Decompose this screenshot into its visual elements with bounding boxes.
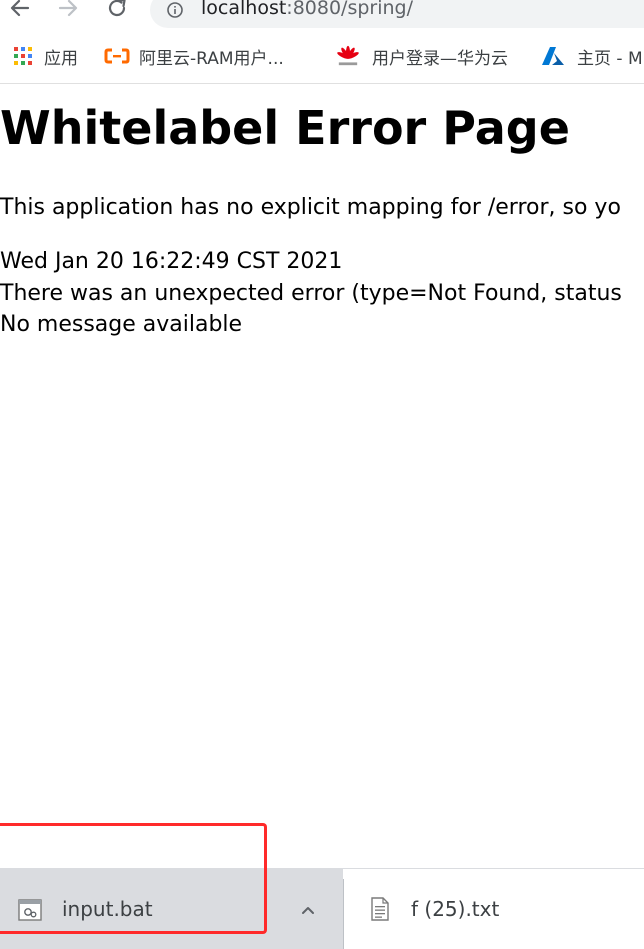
bookmark-azure[interactable]: 主页 - M bbox=[541, 40, 643, 72]
bookmarks-bar: 应用 阿里云-RAM用户... 用户登录—华为云 主页 - M bbox=[0, 40, 644, 72]
text-file-icon bbox=[371, 897, 389, 921]
download-item-input-bat[interactable]: input.bat bbox=[0, 869, 343, 949]
bookmark-huawei[interactable]: 用户登录—华为云 bbox=[335, 40, 508, 72]
error-description: This application has no explicit mapping… bbox=[0, 195, 621, 220]
navigation-bar: localhost:8080/spring/ bbox=[0, 0, 644, 28]
url-path: :8080/spring/ bbox=[286, 0, 414, 19]
error-detail: There was an unexpected error (type=Not … bbox=[0, 281, 622, 306]
bookmark-label: 阿里云-RAM用户... bbox=[139, 48, 284, 69]
page-content: Whitelabel Error Page This application h… bbox=[0, 84, 644, 868]
page-title: Whitelabel Error Page bbox=[0, 101, 570, 155]
download-file-name: input.bat bbox=[62, 897, 153, 921]
reload-button[interactable] bbox=[103, 0, 131, 22]
huawei-icon bbox=[337, 45, 359, 66]
address-bar[interactable]: localhost:8080/spring/ bbox=[150, 0, 644, 28]
reload-icon bbox=[108, 0, 126, 17]
arrow-left-icon bbox=[10, 0, 30, 17]
chevron-up-icon[interactable] bbox=[296, 899, 320, 921]
error-message: No message available bbox=[0, 312, 243, 337]
bat-file-icon bbox=[18, 899, 42, 921]
error-timestamp: Wed Jan 20 16:22:49 CST 2021 bbox=[0, 249, 343, 274]
bookmark-apps[interactable]: 应用 bbox=[12, 40, 78, 72]
download-file-name: f (25).txt bbox=[411, 897, 500, 921]
apps-grid-icon bbox=[14, 47, 32, 65]
download-item-f25-txt[interactable]: f (25).txt bbox=[344, 869, 644, 949]
bookmark-aliyun[interactable]: 阿里云-RAM用户... bbox=[104, 40, 284, 72]
url-host: localhost bbox=[201, 0, 287, 19]
url-text[interactable]: localhost:8080/spring/ bbox=[201, 0, 413, 20]
bookmark-label: 主页 - M bbox=[577, 48, 643, 69]
aliyun-icon bbox=[104, 48, 130, 64]
browser-chrome: localhost:8080/spring/ 应用 阿里云-RAM用户... 用… bbox=[0, 0, 644, 84]
azure-icon bbox=[542, 47, 564, 65]
bookmark-label: 应用 bbox=[44, 48, 78, 69]
info-icon[interactable] bbox=[167, 2, 183, 18]
download-shelf: input.bat f (25).txt bbox=[0, 868, 644, 949]
bookmark-label: 用户登录—华为云 bbox=[372, 48, 508, 69]
back-button[interactable] bbox=[6, 0, 34, 22]
forward-button[interactable] bbox=[54, 0, 82, 22]
arrow-right-icon bbox=[58, 0, 78, 17]
